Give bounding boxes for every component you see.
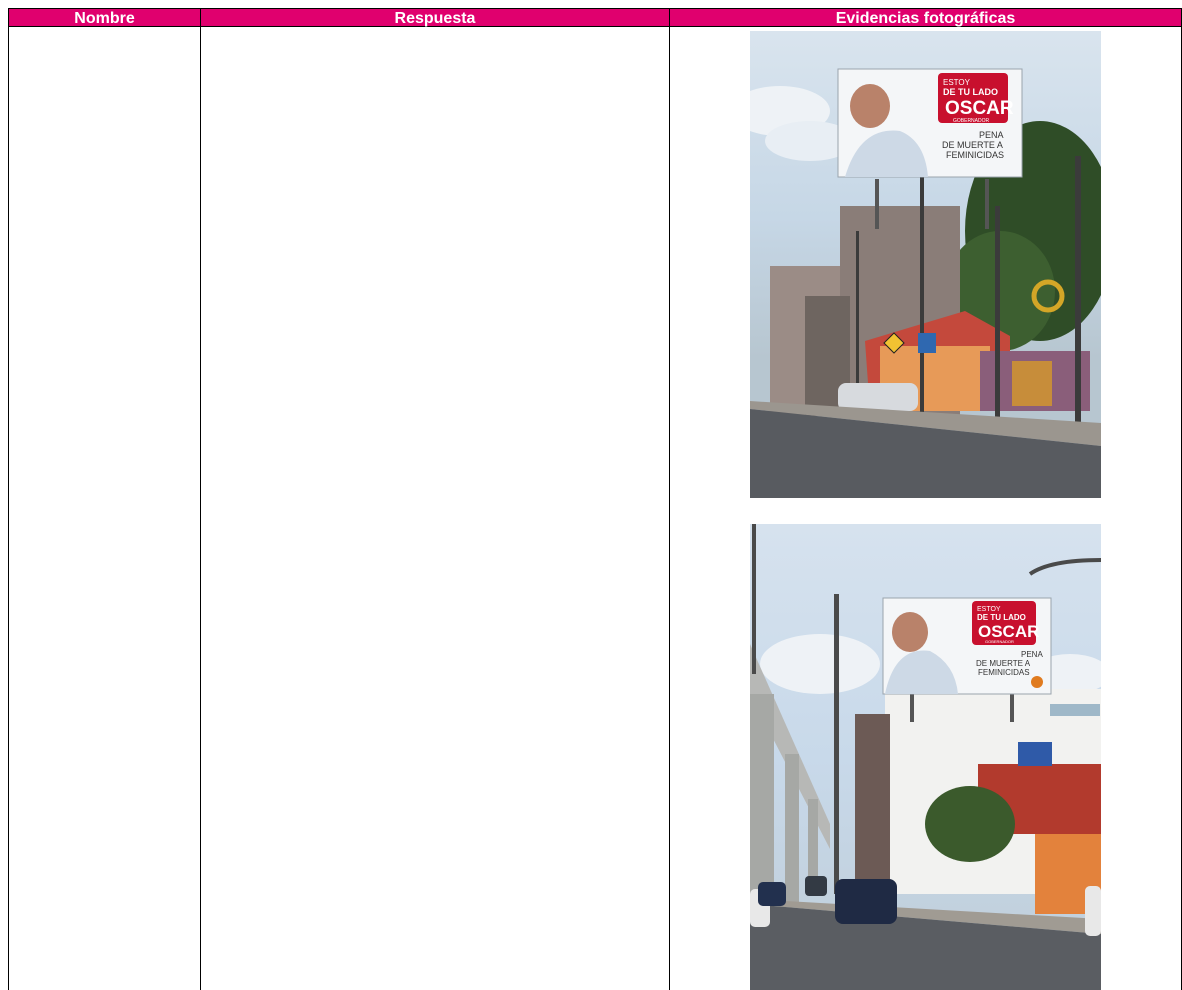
column-divider-1 xyxy=(200,27,201,990)
svg-text:PENA: PENA xyxy=(979,130,1004,140)
header-nombre: Nombre xyxy=(8,8,201,27)
svg-text:DE TU LADO: DE TU LADO xyxy=(977,613,1026,622)
svg-text:DE TU LADO: DE TU LADO xyxy=(943,87,998,97)
column-divider-2 xyxy=(669,27,670,990)
column-divider-left xyxy=(8,27,9,990)
svg-text:FEMINICIDAS: FEMINICIDAS xyxy=(978,668,1030,677)
svg-text:ESTOY: ESTOY xyxy=(977,606,1001,613)
svg-text:ESTOY: ESTOY xyxy=(943,78,971,87)
svg-text:OSCAR: OSCAR xyxy=(945,98,1014,119)
evidence-photo-2: ESTOY DE TU LADO OSCAR GOBERNADOR PENA D… xyxy=(750,524,1101,990)
evidence-photo-1: ESTOY DE TU LADO OSCAR GOBERNADOR PENA D… xyxy=(750,31,1101,498)
header-respuesta: Respuesta xyxy=(200,8,670,27)
svg-text:GOBERNADOR: GOBERNADOR xyxy=(985,639,1014,644)
header-evidencias: Evidencias fotográficas xyxy=(669,8,1182,27)
svg-text:FEMINICIDAS: FEMINICIDAS xyxy=(946,150,1004,160)
svg-text:PENA: PENA xyxy=(1021,650,1043,659)
svg-text:DE MUERTE A: DE MUERTE A xyxy=(976,659,1031,668)
svg-text:DE MUERTE A: DE MUERTE A xyxy=(942,140,1003,150)
svg-text:GOBERNADOR: GOBERNADOR xyxy=(953,118,990,124)
